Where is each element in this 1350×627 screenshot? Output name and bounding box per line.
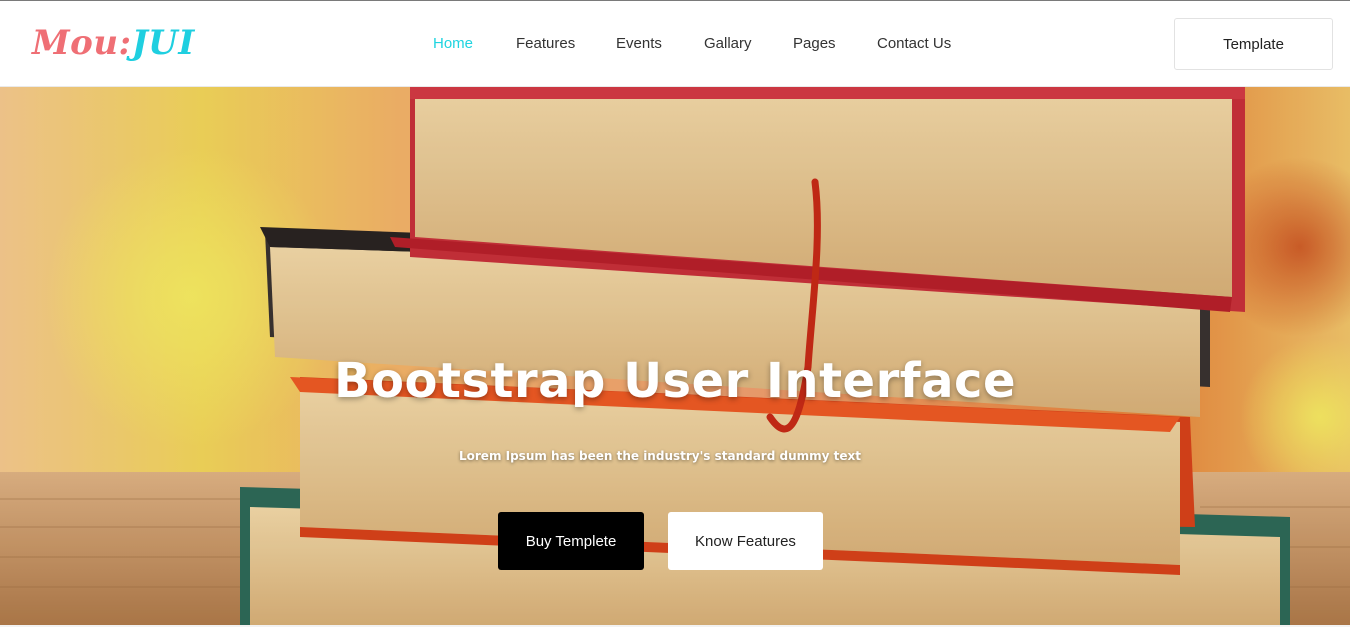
nav-item-events[interactable]: Events [616, 31, 662, 57]
main-nav: Home Features Events Gallary Pages Conta… [0, 31, 1350, 57]
nav-item-home[interactable]: Home [433, 31, 473, 57]
nav-item-pages[interactable]: Pages [793, 31, 836, 57]
nav-item-gallary[interactable]: Gallary [704, 31, 752, 57]
hero-subtitle: Lorem Ipsum has been the industry's stan… [459, 449, 861, 463]
nav-item-contact-us[interactable]: Contact Us [877, 31, 951, 57]
know-features-button[interactable]: Know Features [668, 512, 823, 570]
top-navbar: Mou:JUI Home Features Events Gallary Pag… [0, 1, 1350, 87]
nav-item-features[interactable]: Features [516, 31, 575, 57]
template-button[interactable]: Template [1174, 18, 1333, 70]
hero-title: Bootstrap User Interface [333, 353, 1017, 409]
buy-template-button[interactable]: Buy Templete [498, 512, 644, 570]
hero-banner: Bootstrap User Interface Lorem Ipsum has… [0, 87, 1350, 625]
